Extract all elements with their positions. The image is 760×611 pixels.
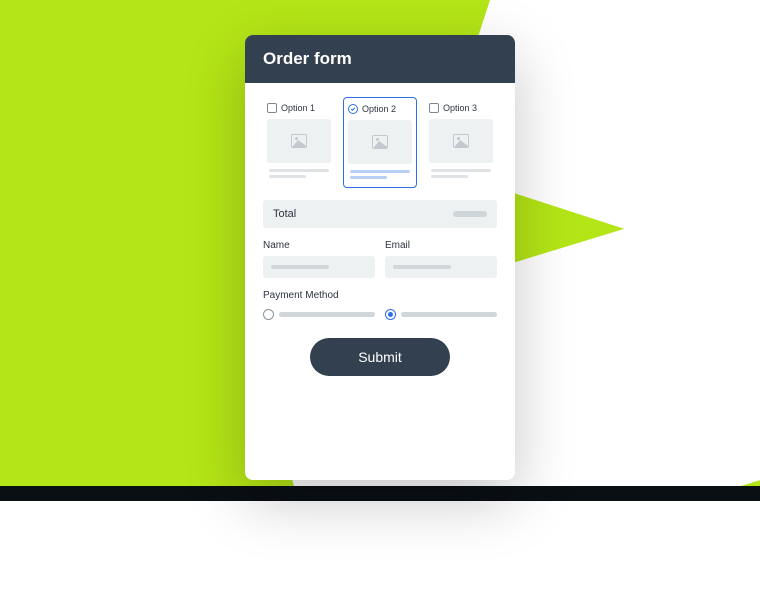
placeholder-line bbox=[401, 312, 497, 317]
placeholder-line bbox=[271, 265, 329, 269]
payment-method-label: Payment Method bbox=[263, 290, 497, 301]
email-label: Email bbox=[385, 240, 497, 251]
option-image-placeholder bbox=[348, 120, 412, 164]
email-field-group: Email bbox=[385, 240, 497, 278]
image-icon bbox=[291, 134, 307, 148]
image-icon bbox=[453, 134, 469, 148]
option-3-header: Option 3 bbox=[429, 103, 493, 113]
option-image-placeholder bbox=[267, 119, 331, 163]
name-field-group: Name bbox=[263, 240, 375, 278]
placeholder-line bbox=[279, 312, 375, 317]
email-input[interactable] bbox=[385, 256, 497, 278]
payment-option-1[interactable] bbox=[263, 309, 375, 320]
placeholder-line bbox=[269, 169, 329, 172]
name-label: Name bbox=[263, 240, 375, 251]
placeholder-line bbox=[431, 175, 468, 178]
image-icon bbox=[372, 135, 388, 149]
payment-option-2[interactable] bbox=[385, 309, 497, 320]
card-header: Order form bbox=[245, 35, 515, 83]
total-value-placeholder bbox=[453, 211, 487, 217]
radio-checked-icon[interactable] bbox=[385, 309, 396, 320]
payment-radio-row bbox=[263, 309, 497, 320]
option-3[interactable]: Option 3 bbox=[425, 97, 497, 188]
card-title: Order form bbox=[263, 49, 352, 68]
name-input[interactable] bbox=[263, 256, 375, 278]
bottom-bar bbox=[0, 486, 760, 501]
option-2-label: Option 2 bbox=[362, 104, 396, 114]
placeholder-line bbox=[350, 176, 387, 179]
option-2[interactable]: Option 2 bbox=[343, 97, 417, 188]
checkbox-checked-icon[interactable] bbox=[348, 104, 358, 114]
placeholder-line bbox=[269, 175, 306, 178]
option-text-lines bbox=[267, 169, 331, 178]
option-1-label: Option 1 bbox=[281, 103, 315, 113]
option-image-placeholder bbox=[429, 119, 493, 163]
contact-fields: Name Email bbox=[263, 240, 497, 278]
submit-row: Submit bbox=[263, 338, 497, 376]
option-text-lines bbox=[348, 170, 412, 179]
submit-button[interactable]: Submit bbox=[310, 338, 450, 376]
option-text-lines bbox=[429, 169, 493, 178]
radio-icon[interactable] bbox=[263, 309, 274, 320]
order-form-card: Order form Option 1 bbox=[245, 35, 515, 480]
total-label: Total bbox=[273, 208, 296, 220]
option-3-label: Option 3 bbox=[443, 103, 477, 113]
checkbox-icon[interactable] bbox=[267, 103, 277, 113]
total-row: Total bbox=[263, 200, 497, 228]
option-2-header: Option 2 bbox=[348, 104, 412, 114]
placeholder-line bbox=[393, 265, 451, 269]
options-row: Option 1 Option 2 bbox=[263, 97, 497, 188]
checkbox-icon[interactable] bbox=[429, 103, 439, 113]
option-1-header: Option 1 bbox=[267, 103, 331, 113]
placeholder-line bbox=[350, 170, 410, 173]
option-1[interactable]: Option 1 bbox=[263, 97, 335, 188]
card-body: Option 1 Option 2 bbox=[245, 83, 515, 480]
placeholder-line bbox=[431, 169, 491, 172]
